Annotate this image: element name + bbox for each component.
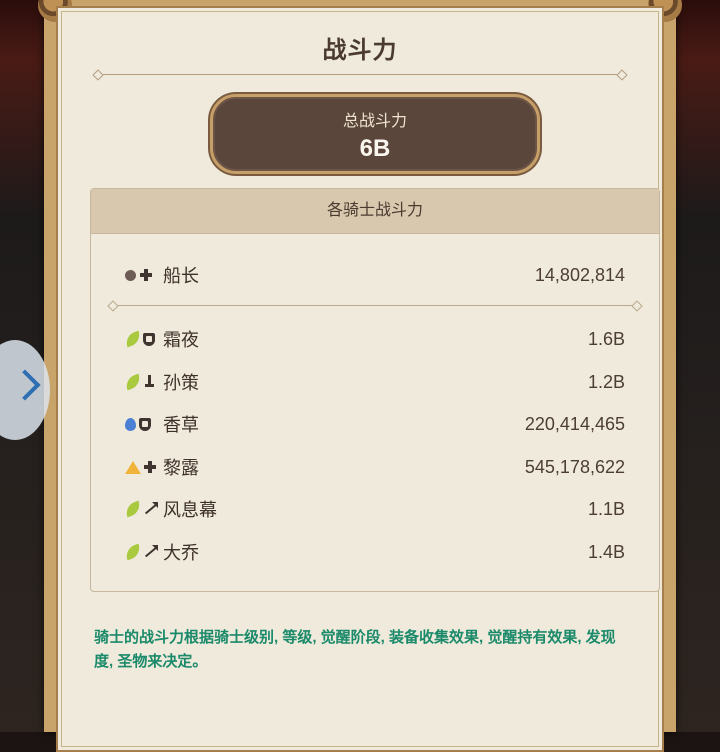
total-power-label: 总战斗力 — [342, 113, 407, 130]
captain-row: 船长 14,802,814 — [125, 261, 625, 289]
plus-icon — [143, 460, 157, 474]
background-right — [674, 0, 720, 732]
knight-name: 孙策 — [163, 373, 199, 393]
leaf-icon — [123, 500, 143, 518]
knight-row: 孙策 1.2B — [123, 368, 625, 396]
knight-name: 黎露 — [163, 458, 199, 478]
knight-power: 1.2B — [587, 371, 625, 392]
knight-row: 霜夜 1.6B — [123, 325, 625, 353]
knight-name: 大乔 — [163, 543, 199, 563]
knight-power: 1.6B — [587, 328, 625, 349]
shield-icon — [139, 417, 151, 431]
knight-power: 1.1B — [587, 498, 625, 519]
triangle-icon — [125, 460, 141, 474]
dot-icon — [125, 269, 136, 281]
knights-power-panel: 各骑士战斗力 船长 14,802,814 霜夜 1.6B 孙策 1.2B 香草 … — [90, 188, 660, 592]
dialog-title: 战斗力 — [322, 37, 398, 64]
knight-row: 大乔 1.4B — [123, 538, 625, 566]
leaf-icon — [123, 373, 143, 391]
total-power-box: 总战斗力 6B — [210, 94, 540, 174]
knight-row: 风息幕 1.1B — [123, 495, 625, 523]
plus-icon — [139, 268, 153, 282]
knight-name: 霜夜 — [163, 330, 199, 350]
total-power-value: 6B — [359, 135, 391, 162]
captain-power: 14,802,814 — [534, 264, 625, 285]
knight-power: 220,414,465 — [524, 413, 625, 434]
captain-icons — [125, 268, 157, 282]
captain-name: 船长 — [163, 266, 199, 286]
arrow-icon — [143, 502, 158, 516]
title-divider — [98, 74, 622, 75]
knights-power-header: 各骑士战斗力 — [91, 189, 659, 234]
leaf-icon — [123, 543, 143, 561]
knight-name: 香草 — [163, 415, 199, 435]
sword-icon — [143, 375, 155, 389]
drop-icon — [125, 417, 136, 431]
knight-power: 545,178,622 — [524, 456, 625, 477]
combat-power-dialog: 战斗力 总战斗力 6B 各骑士战斗力 船长 14,802,814 霜夜 1.6B… — [38, 0, 682, 752]
knight-row: 黎露 545,178,622 — [125, 453, 625, 481]
arrow-icon — [143, 545, 158, 559]
chevron-right-icon — [9, 369, 41, 401]
shield-icon — [143, 332, 155, 346]
section-divider — [113, 305, 637, 306]
knight-name: 风息幕 — [163, 500, 217, 520]
knight-row: 香草 220,414,465 — [125, 410, 625, 438]
knight-power: 1.4B — [587, 541, 625, 562]
leaf-icon — [123, 330, 143, 348]
dialog-body: 战斗力 总战斗力 6B 各骑士战斗力 船长 14,802,814 霜夜 1.6B… — [56, 6, 664, 752]
power-explanation-note: 骑士的战斗力根据骑士级别, 等级, 觉醒阶段, 装备收集效果, 觉醒持有效果, … — [94, 629, 616, 670]
